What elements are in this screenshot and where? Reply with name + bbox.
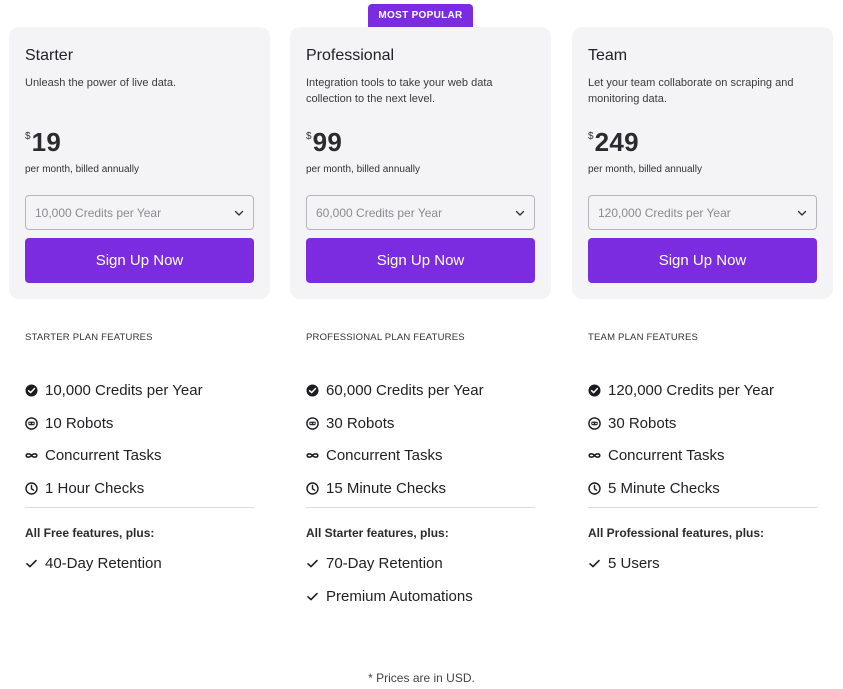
- feature-text: 120,000 Credits per Year: [608, 381, 774, 399]
- feature-item: 1 Hour Checks: [25, 472, 254, 505]
- feature-text: Concurrent Tasks: [326, 447, 443, 465]
- extra-feature-item: Premium Automations: [306, 580, 546, 613]
- plan-description: Unleash the power of live data.: [25, 77, 177, 89]
- features-list: 60,000 Credits per Year 30 Robots Concur…: [306, 374, 535, 505]
- prices-footnote: * Prices are in USD.: [368, 671, 475, 685]
- extra-features-list: 70-Day Retention Premium Automations: [306, 547, 546, 613]
- feature-item: Concurrent Tasks: [588, 439, 817, 472]
- plus-features-heading: All Starter features, plus:: [306, 526, 449, 540]
- plan-name: Professional: [306, 47, 395, 64]
- feature-item: 30 Robots: [588, 407, 817, 440]
- credits-select[interactable]: 10,000 Credits per Year: [25, 195, 254, 230]
- clock-icon: [588, 482, 601, 495]
- feature-text: 60,000 Credits per Year: [326, 381, 484, 399]
- check-circle-icon: [25, 384, 38, 397]
- feature-item: 10,000 Credits per Year: [25, 374, 254, 407]
- billing-note: per month, billed annually: [588, 164, 702, 175]
- robot-icon: [306, 416, 319, 430]
- sign-up-button[interactable]: Sign Up Now: [306, 238, 535, 283]
- plan-price: $ 19: [25, 127, 61, 157]
- plan-description: Let your team collaborate on scraping an…: [588, 77, 794, 105]
- extra-feature-text: 70-Day Retention: [326, 555, 443, 572]
- features-heading: PROFESSIONAL PLAN FEATURES: [306, 332, 465, 343]
- features-list: 120,000 Credits per Year 30 Robots Concu…: [588, 374, 817, 505]
- divider: [306, 507, 535, 508]
- extra-feature-text: 5 Users: [608, 555, 660, 572]
- extra-feature-item: 70-Day Retention: [306, 547, 546, 580]
- feature-text: 10,000 Credits per Year: [45, 381, 203, 399]
- feature-item: Concurrent Tasks: [25, 439, 254, 472]
- feature-text: 15 Minute Checks: [326, 479, 447, 497]
- infinity-icon: [588, 449, 601, 462]
- credits-select[interactable]: 120,000 Credits per Year: [588, 195, 817, 230]
- robot-icon: [25, 416, 38, 430]
- feature-text: Concurrent Tasks: [608, 447, 725, 465]
- features-heading: TEAM PLAN FEATURES: [588, 332, 699, 343]
- extra-feature-item: 5 Users: [588, 547, 828, 580]
- chevron-down-icon: [234, 210, 244, 216]
- clock-icon: [306, 482, 319, 495]
- feature-item: Concurrent Tasks: [306, 439, 535, 472]
- plan-price: $ 249: [588, 127, 639, 157]
- credits-select-value: 60,000 Credits per Year: [316, 205, 443, 220]
- checkmark-icon: [588, 557, 601, 570]
- credits-select-value: 10,000 Credits per Year: [35, 205, 162, 220]
- feature-text: 30 Robots: [326, 414, 395, 432]
- infinity-icon: [25, 449, 38, 462]
- feature-item: 120,000 Credits per Year: [588, 374, 817, 407]
- sign-up-button[interactable]: Sign Up Now: [25, 238, 254, 283]
- sign-up-button[interactable]: Sign Up Now: [588, 238, 817, 283]
- extra-feature-item: 40-Day Retention: [25, 547, 265, 580]
- divider: [25, 507, 254, 508]
- price-currency: $: [25, 131, 31, 142]
- divider: [588, 507, 817, 508]
- checkmark-icon: [306, 557, 319, 570]
- feature-item: 30 Robots: [306, 407, 535, 440]
- features-list: 10,000 Credits per Year 10 Robots Concur…: [25, 374, 254, 505]
- feature-item: 60,000 Credits per Year: [306, 374, 535, 407]
- plan-price: $ 99: [306, 127, 342, 157]
- feature-text: 10 Robots: [45, 414, 114, 432]
- features-heading: STARTER PLAN FEATURES: [25, 332, 153, 343]
- robot-icon: [588, 416, 601, 430]
- check-circle-icon: [306, 384, 319, 397]
- extra-features-list: 5 Users: [588, 547, 828, 580]
- clock-icon: [25, 482, 38, 495]
- checkmark-icon: [25, 557, 38, 570]
- feature-item: 10 Robots: [25, 407, 254, 440]
- plan-name: Starter: [25, 47, 74, 64]
- billing-note: per month, billed annually: [306, 164, 420, 175]
- price-currency: $: [306, 131, 312, 142]
- plus-features-heading: All Free features, plus:: [25, 526, 155, 540]
- chevron-down-icon: [515, 210, 525, 216]
- price-value: 249: [594, 127, 639, 157]
- extra-feature-text: 40-Day Retention: [45, 555, 162, 572]
- plan-description: Integration tools to take your web data …: [306, 77, 493, 105]
- chevron-down-icon: [797, 210, 807, 216]
- feature-text: 30 Robots: [608, 414, 677, 432]
- billing-note: per month, billed annually: [25, 164, 139, 175]
- most-popular-badge: MOST POPULAR: [368, 4, 473, 27]
- checkmark-icon: [306, 590, 319, 603]
- feature-item: 15 Minute Checks: [306, 472, 535, 505]
- extra-features-list: 40-Day Retention: [25, 547, 265, 580]
- check-circle-icon: [588, 384, 601, 397]
- price-value: 19: [31, 127, 62, 157]
- credits-select[interactable]: 60,000 Credits per Year: [306, 195, 535, 230]
- plus-features-heading: All Professional features, plus:: [588, 526, 765, 540]
- price-value: 99: [312, 127, 343, 157]
- feature-text: 1 Hour Checks: [45, 479, 145, 497]
- plan-name: Team: [588, 47, 628, 64]
- infinity-icon: [306, 449, 319, 462]
- feature-text: Concurrent Tasks: [45, 447, 162, 465]
- extra-feature-text: Premium Automations: [326, 588, 473, 605]
- feature-text: 5 Minute Checks: [608, 479, 720, 497]
- price-currency: $: [588, 131, 594, 142]
- credits-select-value: 120,000 Credits per Year: [598, 205, 731, 220]
- feature-item: 5 Minute Checks: [588, 472, 817, 505]
